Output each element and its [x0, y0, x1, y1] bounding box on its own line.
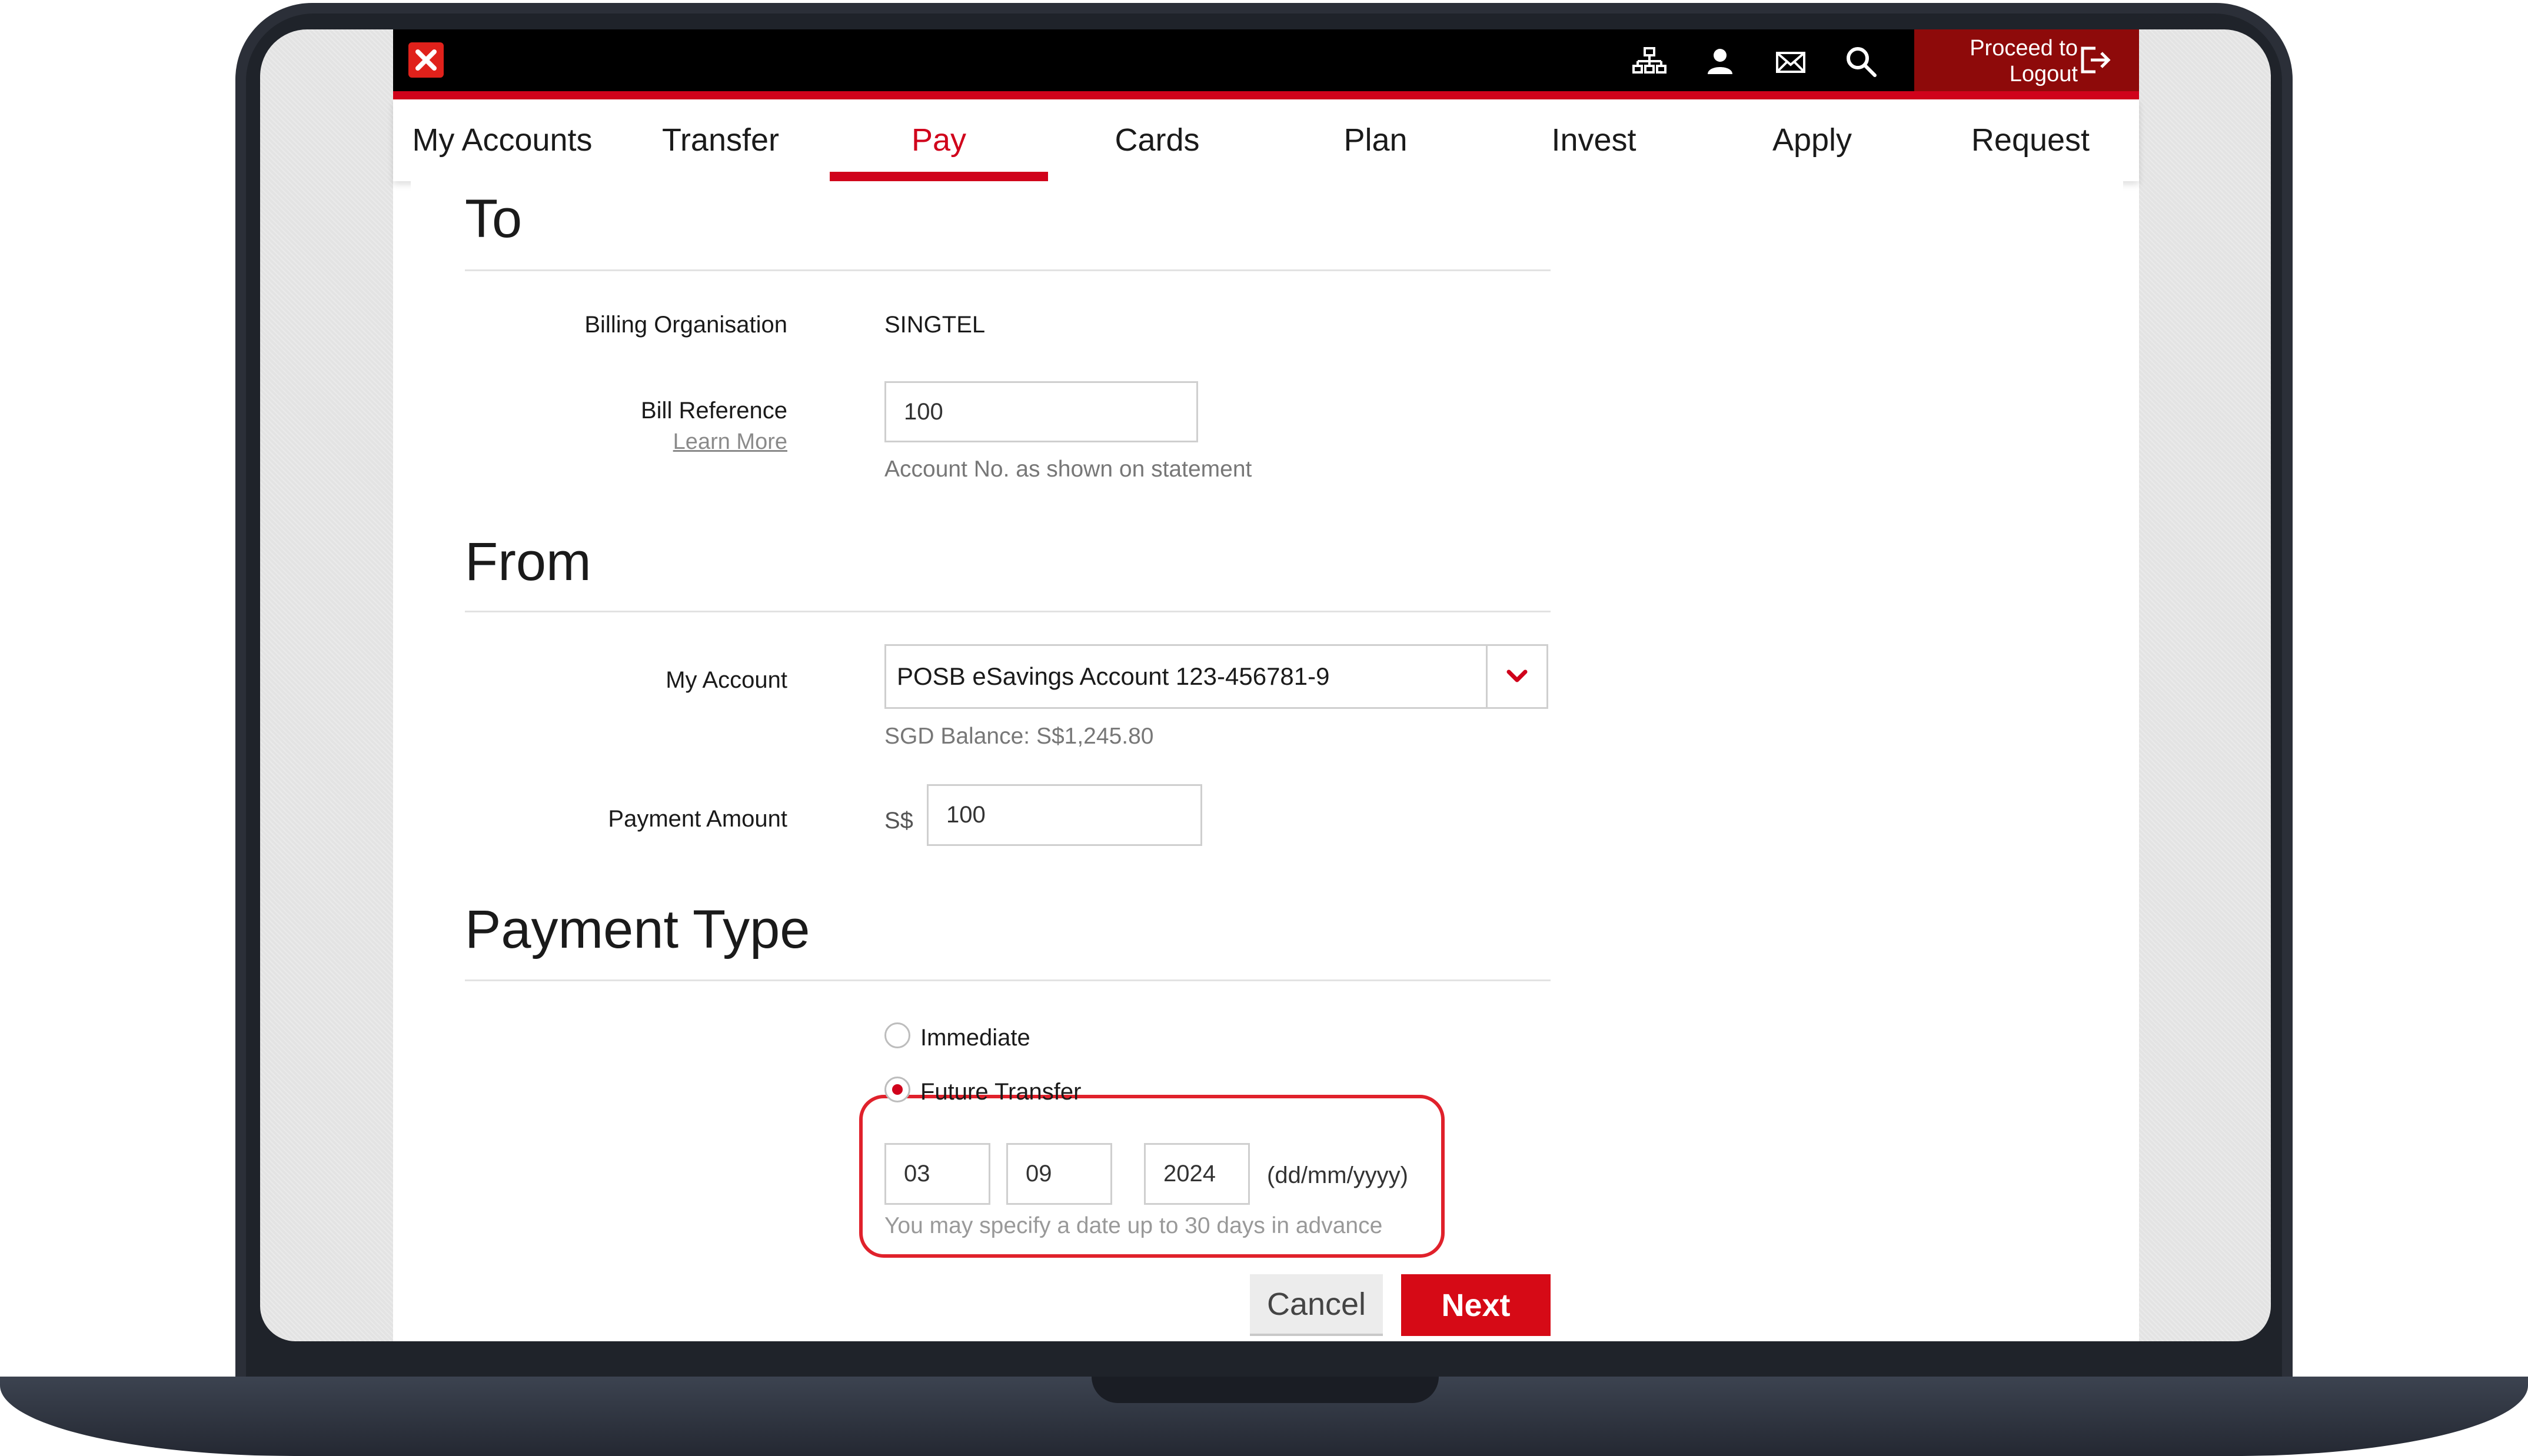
- account-select[interactable]: POSB eSavings Account 123-456781-9: [884, 644, 1548, 709]
- immediate-label: Immediate: [920, 1025, 1030, 1051]
- payment-amount-label: Payment Amount: [608, 806, 787, 832]
- date-hint: You may specify a date up to 30 days in …: [884, 1213, 1383, 1238]
- payment-amount-input[interactable]: 100: [927, 784, 1202, 846]
- user-icon[interactable]: [1699, 41, 1741, 82]
- nav-plan[interactable]: Plan: [1266, 99, 1485, 181]
- future-transfer-radio[interactable]: [884, 1077, 910, 1102]
- to-section-title: To: [465, 189, 523, 249]
- mail-icon[interactable]: [1770, 41, 1811, 82]
- bank-logo-icon[interactable]: [408, 42, 444, 78]
- bill-reference-label: Bill Reference: [640, 398, 787, 424]
- account-select-toggle[interactable]: [1486, 646, 1546, 707]
- nav-transfer[interactable]: Transfer: [611, 99, 830, 181]
- year-input[interactable]: 2024: [1144, 1143, 1250, 1205]
- nav-request[interactable]: Request: [1921, 99, 2140, 181]
- bill-reference-input[interactable]: 100: [884, 381, 1198, 442]
- nav-apply[interactable]: Apply: [1703, 99, 1921, 181]
- nav-cards[interactable]: Cards: [1048, 99, 1266, 181]
- logout-button[interactable]: Proceed to Logout: [1914, 29, 2139, 91]
- cancel-button[interactable]: Cancel: [1250, 1274, 1383, 1336]
- learn-more-link[interactable]: Learn More: [411, 429, 787, 455]
- payment-type-title: Payment Type: [465, 899, 810, 959]
- top-bar: Proceed to Logout: [393, 29, 2139, 99]
- billing-org-value: SINGTEL: [884, 312, 986, 338]
- logout-line2: Logout: [2009, 62, 2078, 86]
- search-icon[interactable]: [1841, 41, 1882, 82]
- sitemap-icon[interactable]: [1629, 41, 1670, 82]
- payment-form: To Billing Organisation SINGTEL Bill Ref…: [411, 181, 2123, 1341]
- laptop-notch: [1092, 1377, 1439, 1403]
- bill-reference-hint: Account No. as shown on statement: [884, 457, 1252, 482]
- month-input[interactable]: 09: [1006, 1143, 1112, 1205]
- sgd-balance: SGD Balance: S$1,245.80: [884, 724, 1154, 749]
- currency-symbol: S$: [884, 808, 913, 834]
- from-divider: [465, 611, 1551, 612]
- immediate-radio[interactable]: [884, 1022, 910, 1048]
- day-input[interactable]: 03: [884, 1143, 990, 1205]
- to-divider: [465, 269, 1551, 271]
- logout-label: Proceed to Logout: [1960, 35, 2078, 87]
- nav-pay[interactable]: Pay: [830, 99, 1048, 181]
- logout-icon: [2081, 46, 2111, 74]
- chevron-down-icon: [1506, 669, 1528, 682]
- logout-line1: Proceed to: [1970, 36, 2078, 61]
- future-transfer-label: Future Transfer: [920, 1079, 1082, 1105]
- billing-org-label: Billing Organisation: [584, 312, 787, 338]
- next-button[interactable]: Next: [1401, 1274, 1551, 1336]
- screen: Proceed to Logout My Accounts Transfer P…: [260, 29, 2271, 1341]
- banking-app: Proceed to Logout My Accounts Transfer P…: [393, 29, 2139, 1341]
- account-select-value: POSB eSavings Account 123-456781-9: [897, 662, 1330, 690]
- payment-type-divider: [465, 979, 1551, 981]
- my-account-label: My Account: [666, 667, 787, 693]
- from-section-title: From: [465, 532, 591, 592]
- nav-invest[interactable]: Invest: [1485, 99, 1703, 181]
- nav-my-accounts[interactable]: My Accounts: [393, 99, 611, 181]
- date-format-label: (dd/mm/yyyy): [1267, 1162, 1408, 1188]
- main-nav: My Accounts Transfer Pay Cards Plan Inve…: [393, 99, 2139, 181]
